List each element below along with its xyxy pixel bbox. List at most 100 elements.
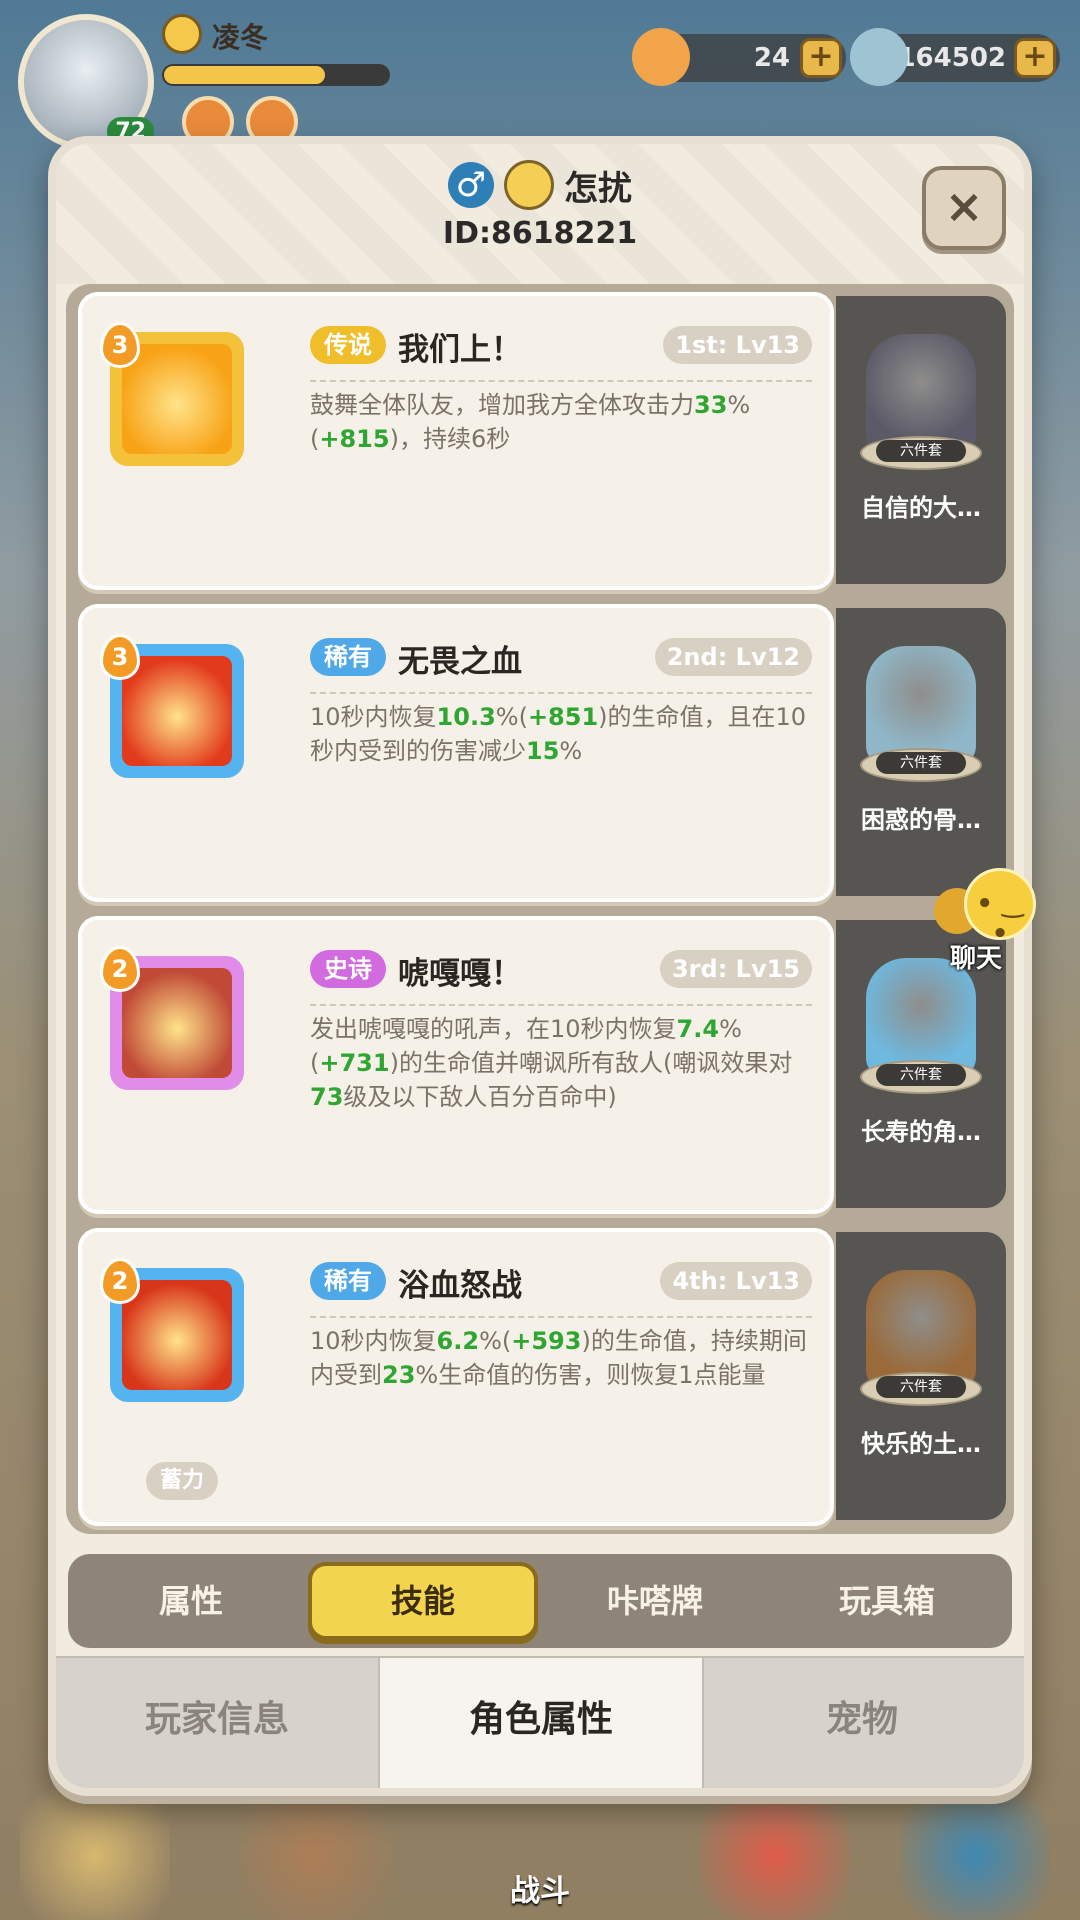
skill-card[interactable]: 3 传说 我们上！ 1st: Lv13 鼓舞全体队友，增加我方全体攻击力33%(+815… [78,292,834,590]
chat-button[interactable]: • ‿ • 聊天 [930,868,1060,978]
exp-bar-fill [164,66,326,84]
add-resource-1-button[interactable]: + [800,38,842,78]
dialog-player-name: 怎扰 [564,168,632,209]
resource-currency-2: 164502 + [850,28,1060,86]
skill-description: 10秒内恢复6.2%(+593)的生命值，持续期间内受到23%生命值的伤害，则恢… [310,1324,812,1392]
skill-description: 鼓舞全体队友，增加我方全体攻击力33%(+815)，持续6秒 [310,388,812,456]
skill-art [122,344,232,454]
skill-rank: 4th: Lv13 [660,1262,812,1300]
oyster-icon [850,28,908,86]
rarity-badge: 传说 [310,326,386,364]
toy-set-tag: 六件套 [876,1064,966,1086]
rarity-badge: 稀有 [310,638,386,676]
charge-tag: 蓄力 [146,1462,219,1500]
highlight-value: 6.2 [436,1327,480,1355]
resource-currency-1: 24 + [632,28,846,86]
rarity-badge: 稀有 [310,1262,386,1300]
dialog-header: ♂ 怎扰 ID:8618221 [56,160,1024,251]
desc-text: % [559,737,583,765]
toy-name: 困惑的骨… [861,806,981,834]
skill-level-badge: 3 [100,322,140,368]
tab-cards[interactable]: 咔嗒牌 [540,1562,770,1640]
skill-card[interactable]: 2 稀有 浴血怒战 4th: Lv13 10秒内恢复6.2%(+593)的生命值，持续期… [78,1228,834,1526]
title-badge-icon [504,160,554,210]
highlight-value: 10.3 [436,703,496,731]
highlight-value: +815 [319,425,390,453]
player-avatar[interactable]: 72 [18,14,154,150]
add-resource-2-button[interactable]: + [1014,38,1056,78]
skill-rank: 1st: Lv13 [663,326,812,364]
player-name: 凌冬 [212,21,269,54]
tab-attributes[interactable]: 属性 [76,1562,306,1640]
skill-art [122,656,232,766]
segment-character-attributes[interactable]: 角色属性 [378,1658,704,1788]
desc-text: %( [495,703,528,731]
resource-1-value: 24 [753,43,790,73]
toy-name: 自信的大… [861,494,981,522]
highlight-value: 23 [382,1361,416,1389]
skill-name: 我们上！ [398,332,522,368]
male-icon: ♂ [448,162,494,208]
tab-toybox[interactable]: 玩具箱 [772,1562,1002,1640]
tab-bar: 属性 技能 咔嗒牌 玩具箱 [68,1554,1012,1648]
tab-skills[interactable]: 技能 [308,1562,538,1640]
segment-player-info[interactable]: 玩家信息 [56,1658,378,1788]
skill-card[interactable]: 3 稀有 无畏之血 2nd: Lv12 10秒内恢复10.3%(+851)的生命值，且在… [78,604,834,902]
toy-set-tag: 六件套 [876,1376,966,1398]
close-button[interactable]: × [922,166,1006,250]
highlight-value: 33 [694,391,728,419]
highlight-value: +593 [511,1327,582,1355]
divider [310,1004,812,1006]
toy-slot[interactable]: 六件套自信的大… [836,296,1006,584]
resource-2-value: 164502 [897,43,1006,73]
chat-bubble-icon: • ‿ • [964,868,1036,949]
skill-rank: 2nd: Lv12 [654,638,812,676]
desc-text: 发出唬嘎嘎的吼声，在10秒内恢复 [310,1015,677,1043]
player-id: ID:8618221 [442,216,638,251]
divider [310,1316,812,1318]
toy-name: 长寿的角… [861,1118,981,1146]
skill-level-badge: 2 [100,946,140,992]
highlight-value: +731 [319,1049,390,1077]
segment-pet[interactable]: 宠物 [700,1658,1024,1788]
skill-list[interactable]: 3 传说 我们上！ 1st: Lv13 鼓舞全体队友，增加我方全体攻击力33%(+815… [66,284,1014,1534]
desc-text: %生命值的伤害，则恢复1点能量 [415,1361,766,1389]
exp-bar [162,64,390,86]
skill-name: 浴血怒战 [398,1268,522,1304]
chat-label: 聊天 [950,944,1003,974]
skill-art [122,1280,232,1390]
skill-description: 10秒内恢复10.3%(+851)的生命值，且在10秒内受到的伤害减少15% [310,700,812,768]
skill-description: 发出唬嘎嘎的吼声，在10秒内恢复7.4%(+731)的生命值并嘲讽所有敌人(嘲讽… [310,1012,812,1114]
skill-art [122,968,232,1078]
highlight-value: 73 [310,1083,344,1111]
toy-name: 快乐的土… [861,1430,981,1458]
skill-name: 唬嘎嘎！ [398,956,522,992]
desc-text: 鼓舞全体队友，增加我方全体攻击力 [310,391,694,419]
nav-battle-label: 战斗 [510,1874,570,1909]
desc-text: )，持续6秒 [389,425,511,453]
skill-card[interactable]: 2 史诗 唬嘎嘎！ 3rd: Lv15 发出唬嘎嘎的吼声，在10秒内恢复7.4%(+73… [78,916,834,1214]
desc-text: 级及以下敌人百分百命中) [343,1083,617,1111]
divider [310,692,812,694]
desc-text: %( [479,1327,512,1355]
title-icon [162,14,202,54]
rarity-badge: 史诗 [310,950,386,988]
skill-name: 无畏之血 [398,644,522,680]
highlight-value: 7.4 [676,1015,720,1043]
toy-slot[interactable]: 六件套困惑的骨… [836,608,1006,896]
highlight-value: +851 [527,703,599,731]
toy-set-tag: 六件套 [876,440,966,462]
desc-text: 10秒内恢复 [310,703,437,731]
highlight-value: 15 [526,737,560,765]
skill-level-badge: 2 [100,1258,140,1304]
desc-text: )的生命值并嘲讽所有敌人(嘲讽效果对 [389,1049,793,1077]
toy-set-tag: 六件套 [876,752,966,774]
desc-text: 10秒内恢复 [310,1327,437,1355]
skill-rank: 3rd: Lv15 [659,950,812,988]
bottom-segment: 玩家信息 角色属性 宠物 [56,1656,1024,1788]
skill-level-badge: 3 [100,634,140,680]
shell-icon [632,28,690,86]
divider [310,380,812,382]
toy-slot[interactable]: 六件套快乐的土… [836,1232,1006,1520]
player-info-dialog: ♂ 怎扰 ID:8618221 × 3 传说 我们上！ 1st: Lv13 鼓舞全体队友… [48,136,1032,1796]
